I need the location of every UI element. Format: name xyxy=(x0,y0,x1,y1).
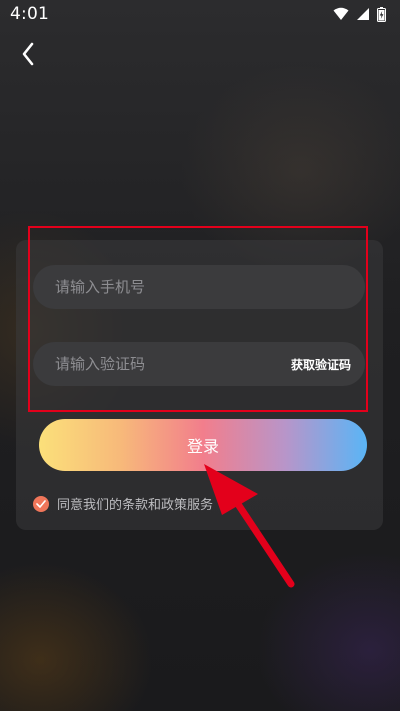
back-button[interactable] xyxy=(12,38,44,70)
agree-text: 同意我们的条款和政策服务 xyxy=(57,498,214,513)
login-button[interactable]: 登录 xyxy=(39,419,367,471)
battery-icon xyxy=(377,6,386,22)
agree-checkbox[interactable] xyxy=(33,495,49,512)
status-time: 4:01 xyxy=(10,4,49,24)
agreement-row[interactable]: 同意我们的条款和政策服务 xyxy=(33,494,213,513)
status-icons xyxy=(333,6,386,22)
chevron-left-icon xyxy=(22,42,34,66)
status-bar: 4:01 xyxy=(0,0,400,28)
highlight-box xyxy=(28,226,368,412)
checkmark-icon xyxy=(36,499,46,508)
signal-icon xyxy=(357,8,369,20)
wifi-icon xyxy=(333,7,349,20)
